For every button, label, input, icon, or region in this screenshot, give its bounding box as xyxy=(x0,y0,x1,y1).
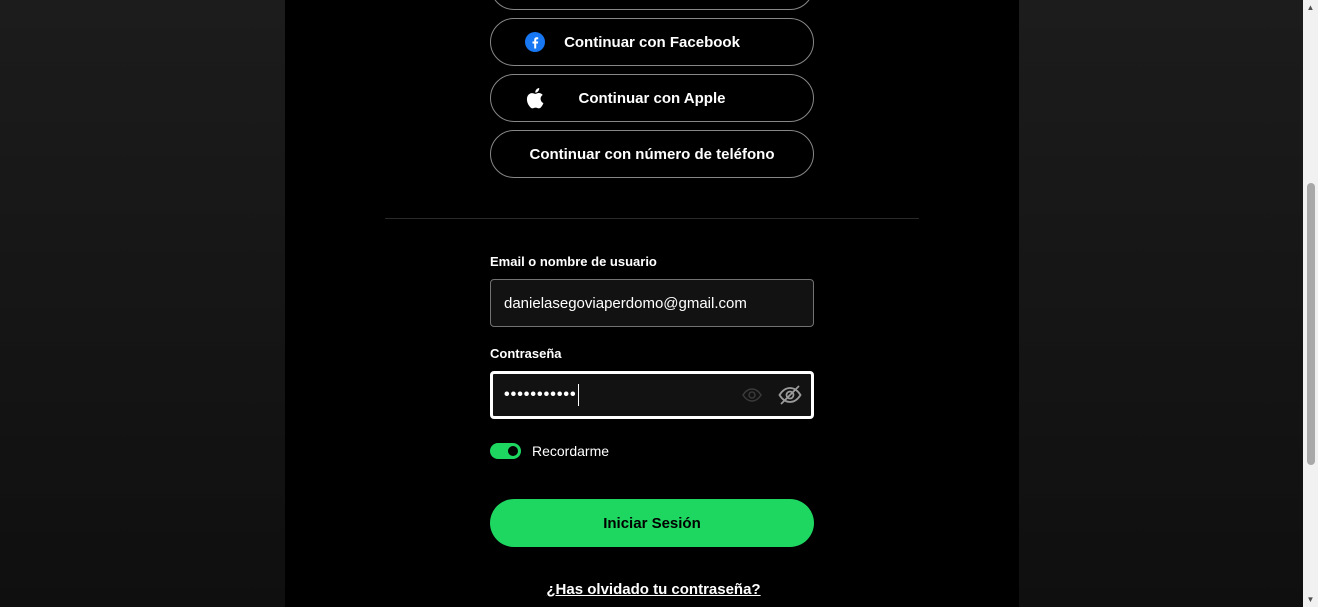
phone-button-label: Continuar con número de teléfono xyxy=(529,145,775,163)
continue-with-facebook-button[interactable]: Continuar con Facebook xyxy=(490,18,814,66)
login-button-label: Iniciar Sesión xyxy=(603,514,701,532)
remember-me-label: Recordarme xyxy=(532,443,610,459)
email-label: Email o nombre de usuario xyxy=(490,254,657,269)
email-field[interactable]: danielasegoviaperdomo@gmail.com xyxy=(490,279,814,327)
scroll-down-arrow-icon[interactable]: ▼ xyxy=(1303,592,1318,607)
password-field[interactable]: ••••••••••• xyxy=(490,371,814,419)
remember-me-toggle[interactable] xyxy=(490,443,521,459)
scrollbar-thumb[interactable] xyxy=(1307,183,1315,465)
apple-icon xyxy=(524,87,546,109)
continue-with-apple-button[interactable]: Continuar con Apple xyxy=(490,74,814,122)
social-login-button-partial[interactable] xyxy=(490,0,814,10)
divider xyxy=(385,218,919,219)
password-label: Contraseña xyxy=(490,346,562,361)
login-button[interactable]: Iniciar Sesión xyxy=(490,499,814,547)
eye-icon xyxy=(741,384,763,406)
text-caret xyxy=(577,384,579,406)
password-value: ••••••••••• xyxy=(504,386,577,403)
forgot-password-row: ¿Has olvidado tu contraseña? xyxy=(0,581,1303,598)
eye-off-icon[interactable] xyxy=(777,382,803,408)
facebook-icon xyxy=(524,31,546,53)
email-value: danielasegoviaperdomo@gmail.com xyxy=(504,294,747,312)
forgot-password-link[interactable]: ¿Has olvidado tu contraseña? xyxy=(546,581,760,598)
continue-with-phone-button[interactable]: Continuar con número de teléfono xyxy=(490,130,814,178)
apple-button-label: Continuar con Apple xyxy=(578,89,726,107)
scroll-up-arrow-icon[interactable]: ▲ xyxy=(1303,0,1318,15)
toggle-knob xyxy=(508,446,518,456)
scrollbar[interactable]: ▲ ▼ xyxy=(1303,0,1318,607)
facebook-button-label: Continuar con Facebook xyxy=(564,33,740,51)
